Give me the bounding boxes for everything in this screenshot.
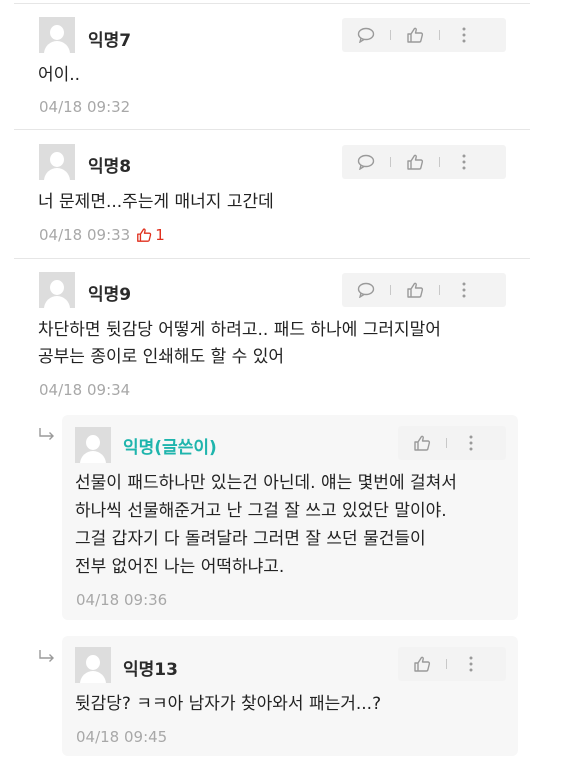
speech-bubble-icon bbox=[357, 154, 375, 170]
avatar bbox=[39, 272, 75, 308]
more-vertical-icon bbox=[462, 154, 466, 170]
reply-text-line: 선물이 패드하나만 있는건 아닌데. 얘는 몇번에 걸쳐서 bbox=[75, 473, 457, 493]
comment-text-line: 공부는 종이로 인쇄해도 할 수 있어 bbox=[38, 347, 284, 367]
more-vertical-icon bbox=[469, 435, 473, 451]
thumbs-up-icon bbox=[137, 228, 152, 242]
like-button[interactable] bbox=[398, 426, 446, 460]
thumbs-up-icon bbox=[414, 656, 431, 672]
comment-author: 익명9 bbox=[88, 285, 132, 305]
avatar bbox=[39, 144, 75, 180]
comment-meta: 04/18 09:32 bbox=[39, 98, 130, 116]
reply-actions bbox=[398, 647, 506, 681]
reply-author: 익명(글쓴이) bbox=[123, 438, 217, 458]
more-button[interactable] bbox=[440, 273, 488, 307]
comment-time: 04/18 09:34 bbox=[39, 381, 131, 399]
comment-item: 익명9 차단하면 뒷감당 어떻게 하려고.. 패드 하나에 그러지말어 공부는 … bbox=[14, 258, 530, 408]
more-button[interactable] bbox=[447, 426, 495, 460]
comment-item: 익명7 어이.. 04/18 09:32 bbox=[14, 3, 530, 129]
speech-bubble-icon bbox=[357, 27, 375, 43]
thumbs-up-icon bbox=[407, 154, 424, 170]
comment-author: 익명8 bbox=[88, 157, 132, 177]
comment-item: 익명8 너 문제면...주는게 매너지 고간데 04/18 09:33 1 bbox=[14, 129, 530, 258]
reply-author: 익명13 bbox=[123, 660, 178, 680]
like-count-value: 1 bbox=[155, 226, 165, 244]
reply-arrow-icon bbox=[39, 650, 54, 662]
reply-comment-button[interactable] bbox=[342, 273, 390, 307]
reply-text-line: 전부 없어진 나는 어떡하냐고. bbox=[75, 557, 285, 577]
more-vertical-icon bbox=[469, 656, 473, 672]
reply-item: 익명(글쓴이) 선물이 패드하나만 있는건 아닌데. 얘는 몇번에 걸쳐서 하나… bbox=[62, 415, 518, 620]
reply-text-line: 뒷감당? ㅋㅋ아 남자가 찾아와서 패는거...? bbox=[75, 694, 382, 714]
reply-comment-button[interactable] bbox=[342, 18, 390, 52]
avatar bbox=[75, 427, 111, 463]
reply-meta: 04/18 09:45 bbox=[76, 728, 167, 746]
reply-arrow-icon bbox=[39, 428, 54, 440]
comment-time: 04/18 09:33 bbox=[39, 226, 131, 244]
like-button[interactable] bbox=[391, 273, 439, 307]
comment-author: 익명7 bbox=[88, 31, 132, 51]
thumbs-up-icon bbox=[407, 282, 424, 298]
reply-time: 04/18 09:45 bbox=[76, 728, 168, 746]
comment-time: 04/18 09:32 bbox=[39, 98, 131, 116]
reply-actions bbox=[398, 426, 506, 460]
comment-text: 어이.. bbox=[38, 65, 81, 85]
avatar bbox=[75, 647, 111, 683]
more-button[interactable] bbox=[447, 647, 495, 681]
comment-text: 너 문제면...주는게 매너지 고간데 bbox=[38, 192, 274, 212]
comment-meta: 04/18 09:33 1 bbox=[39, 226, 165, 244]
reply-text-line: 그걸 갑자기 다 돌려달라 그러면 잘 쓰던 물건들이 bbox=[75, 529, 426, 549]
reply-text-line: 하나씩 선물해준거고 난 그걸 잘 쓰고 있었단 말이야. bbox=[75, 501, 447, 521]
thumbs-up-icon bbox=[407, 27, 424, 43]
more-button[interactable] bbox=[440, 18, 488, 52]
reply-comment-button[interactable] bbox=[342, 145, 390, 179]
avatar bbox=[39, 17, 75, 53]
more-vertical-icon bbox=[462, 27, 466, 43]
comment-actions bbox=[342, 18, 506, 52]
like-button[interactable] bbox=[398, 647, 446, 681]
reply-item: 익명13 뒷감당? ㅋㅋ아 남자가 찾아와서 패는거...? 04/18 09:… bbox=[62, 636, 518, 756]
comment-meta: 04/18 09:34 bbox=[39, 381, 130, 399]
speech-bubble-icon bbox=[357, 282, 375, 298]
comment-actions bbox=[342, 145, 506, 179]
thumbs-up-icon bbox=[414, 435, 431, 451]
reply-time: 04/18 09:36 bbox=[76, 591, 168, 609]
like-button[interactable] bbox=[391, 145, 439, 179]
more-vertical-icon bbox=[462, 282, 466, 298]
reply-meta: 04/18 09:36 bbox=[76, 591, 167, 609]
like-button[interactable] bbox=[391, 18, 439, 52]
comment-actions bbox=[342, 273, 506, 307]
comment-text-line: 차단하면 뒷감당 어떻게 하려고.. 패드 하나에 그러지말어 bbox=[38, 320, 441, 340]
like-count: 1 bbox=[136, 226, 165, 244]
more-button[interactable] bbox=[440, 145, 488, 179]
